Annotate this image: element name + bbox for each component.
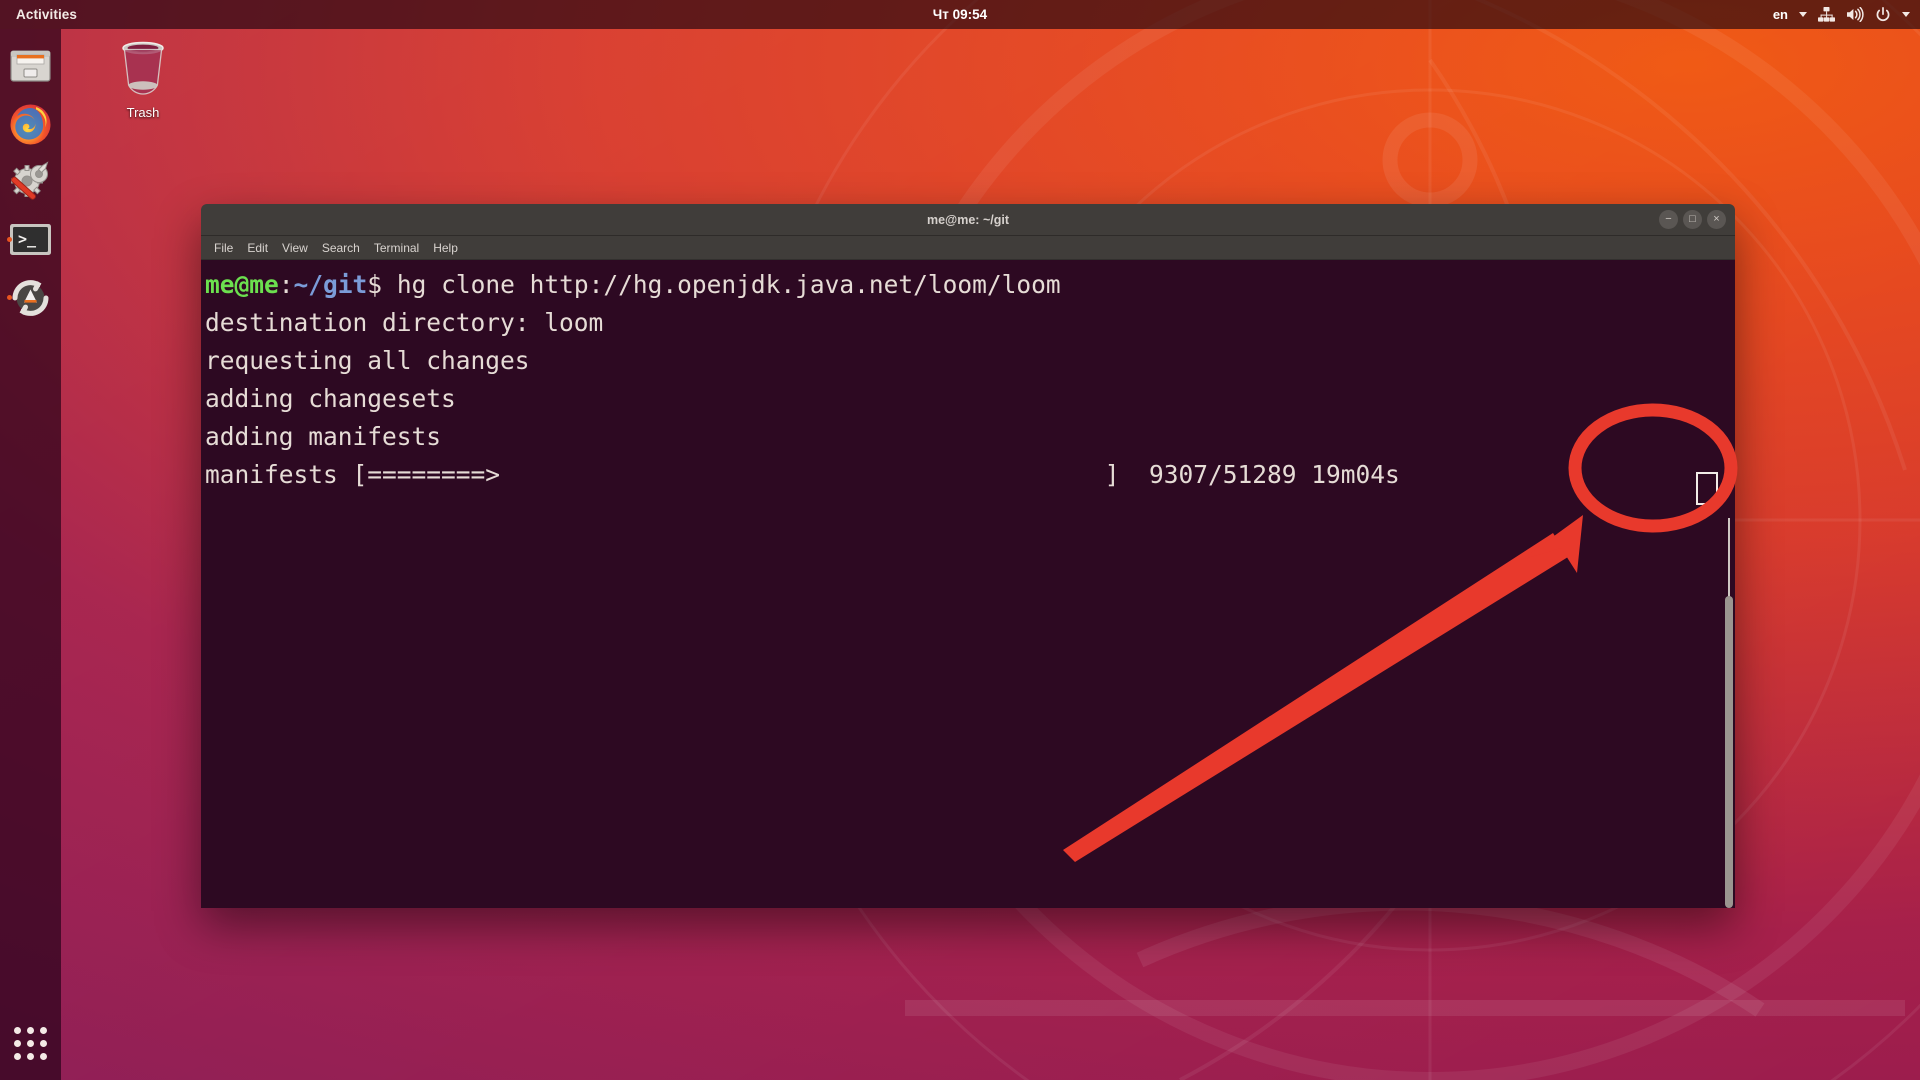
prompt-user-host: me@me xyxy=(205,270,279,299)
dock: >_ xyxy=(0,29,61,1080)
software-updater-icon xyxy=(12,280,49,316)
maximize-button[interactable]: □ xyxy=(1683,210,1702,229)
menu-file[interactable]: File xyxy=(214,241,233,255)
terminal-icon: >_ xyxy=(10,224,51,255)
power-icon[interactable] xyxy=(1875,6,1891,23)
svg-text:>_: >_ xyxy=(18,230,37,248)
scrollbar-thumb[interactable] xyxy=(1725,596,1733,908)
menu-terminal[interactable]: Terminal xyxy=(374,241,419,255)
terminal-titlebar[interactable]: me@me: ~/git − □ × xyxy=(201,204,1735,236)
system-tray: en xyxy=(1773,6,1910,23)
trash-icon xyxy=(122,41,164,95)
keyboard-layout-indicator[interactable]: en xyxy=(1773,7,1788,22)
window-title: me@me: ~/git xyxy=(926,212,1009,227)
dock-item-software-updater[interactable] xyxy=(6,273,55,322)
terminal-output: me@me:~/git$ hg clone http://hg.openjdk.… xyxy=(201,266,1735,494)
terminal-screen[interactable]: me@me:~/git$ hg clone http://hg.openjdk.… xyxy=(201,260,1735,908)
activities-button[interactable]: Activities xyxy=(0,7,91,22)
terminal-line: adding changesets xyxy=(205,384,456,413)
chevron-down-icon xyxy=(1799,12,1807,17)
terminal-cursor xyxy=(1696,472,1718,505)
dock-item-files[interactable] xyxy=(6,41,55,90)
files-icon xyxy=(10,50,51,82)
terminal-line: adding manifests xyxy=(205,422,442,451)
dock-item-system-settings[interactable] xyxy=(6,157,55,206)
system-menu-chevron-down-icon[interactable] xyxy=(1902,12,1910,17)
terminal-scrollbar[interactable] xyxy=(1722,260,1735,908)
running-indicator-dot xyxy=(7,237,12,242)
window-controls: − □ × xyxy=(1659,210,1726,229)
scrollbar-line xyxy=(1728,518,1730,600)
dock-item-terminal[interactable]: >_ xyxy=(6,215,55,264)
show-applications-button[interactable] xyxy=(8,1017,53,1062)
clock[interactable]: Чт 09:54 xyxy=(933,7,987,22)
prompt-path: ~/git xyxy=(293,270,368,299)
terminal-window[interactable]: me@me: ~/git − □ × File Edit View Search… xyxy=(201,204,1735,908)
terminal-line: destination directory: loom xyxy=(205,308,604,337)
top-bar: Activities Чт 09:54 en xyxy=(0,0,1920,29)
terminal-line: requesting all changes xyxy=(205,346,530,375)
firefox-icon xyxy=(10,104,51,145)
network-icon[interactable] xyxy=(1818,7,1835,22)
menu-help[interactable]: Help xyxy=(433,241,458,255)
desktop-icon-trash[interactable]: Trash xyxy=(98,36,188,124)
terminal-progress-line: manifests [========> ] 9307/51289 19m04s xyxy=(205,460,1400,489)
volume-icon[interactable] xyxy=(1846,7,1864,22)
prompt-sigil: $ xyxy=(367,270,383,299)
terminal-menubar: File Edit View Search Terminal Help xyxy=(201,236,1735,260)
running-indicator-dot xyxy=(7,295,12,300)
menu-view[interactable]: View xyxy=(282,241,308,255)
prompt-colon: : xyxy=(278,270,294,299)
close-button[interactable]: × xyxy=(1707,210,1726,229)
trash-label: Trash xyxy=(126,105,160,120)
dock-item-firefox[interactable] xyxy=(6,99,55,148)
minimize-button[interactable]: − xyxy=(1659,210,1678,229)
menu-edit[interactable]: Edit xyxy=(247,241,268,255)
settings-tools-icon xyxy=(11,161,49,200)
terminal-command: hg clone http://hg.openjdk.java.net/loom… xyxy=(382,270,1061,299)
menu-search[interactable]: Search xyxy=(322,241,360,255)
